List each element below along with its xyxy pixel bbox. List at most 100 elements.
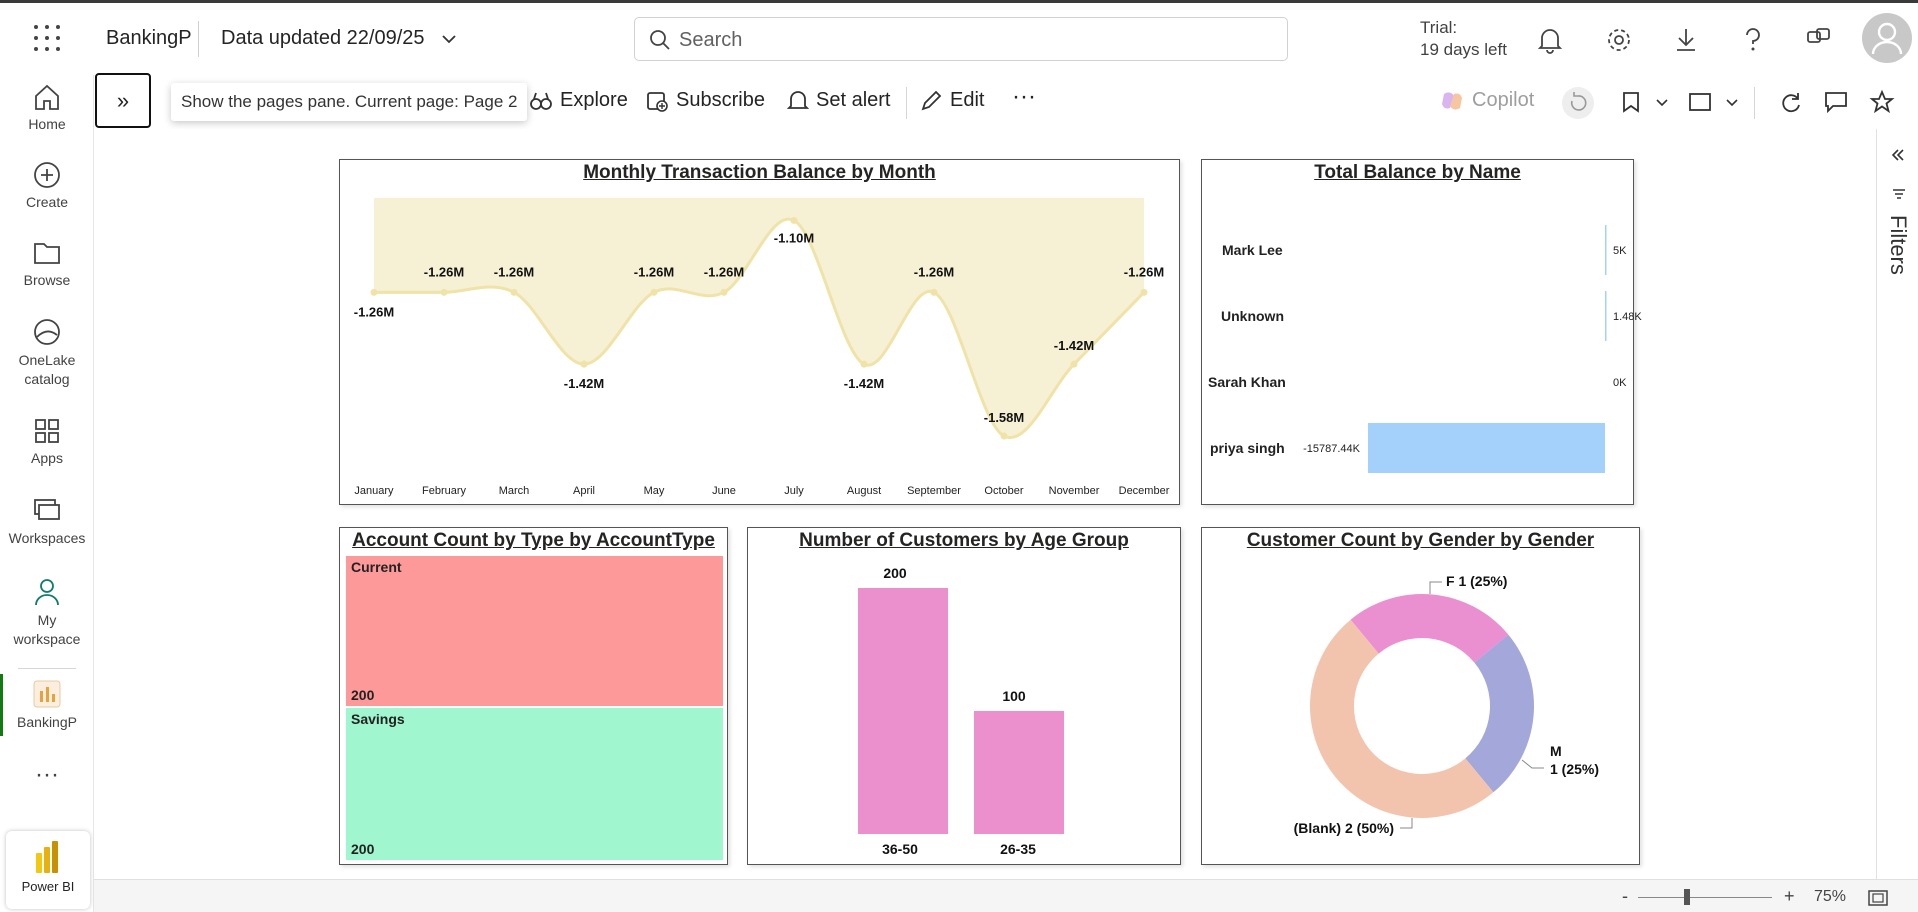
more-button[interactable]: ··· xyxy=(0,763,94,787)
leader-line xyxy=(1521,759,1544,769)
zoom-level: 75% xyxy=(1814,888,1847,905)
age-group-visual[interactable]: Number of Customers by Age Group 200 36-5… xyxy=(747,527,1181,865)
data-label: -1.26M xyxy=(1124,264,1164,279)
rail-label: Workspaces xyxy=(8,530,86,546)
bar xyxy=(1605,225,1607,275)
y-tick-label: Unknown xyxy=(1221,308,1284,324)
zoom-slider-thumb[interactable] xyxy=(1684,889,1690,905)
reset-button[interactable] xyxy=(1562,87,1594,119)
subscribe-button[interactable]: Subscribe xyxy=(646,89,765,112)
person-icon xyxy=(1871,22,1903,55)
more-options-button[interactable]: ··· xyxy=(1012,83,1036,111)
report-name[interactable]: BankingP xyxy=(106,27,192,50)
donut-chart: F 1 (25%) M 1 (25%) (Blank) 2 (50%) xyxy=(1294,573,1599,836)
report-icon xyxy=(33,680,61,708)
column-chart: 200 36-50 100 26-35 xyxy=(858,565,1064,857)
treemap-tile xyxy=(346,708,723,860)
chevron-double-left-icon[interactable] xyxy=(1891,149,1905,161)
search-input[interactable]: Search xyxy=(634,17,1288,61)
monthly-balance-visual[interactable]: Monthly Transaction Balance by Month -1.… xyxy=(339,159,1180,505)
view-icon[interactable] xyxy=(1688,91,1712,113)
data-point xyxy=(930,288,938,296)
toolbar-divider xyxy=(1754,87,1755,119)
copilot-button[interactable]: Copilot xyxy=(1440,89,1534,112)
tooltip: Show the pages pane. Current page: Page … xyxy=(171,83,528,121)
total-balance-visual[interactable]: Total Balance by Name 5K Mark Lee 1.48K Unk… xyxy=(1201,159,1642,505)
subscribe-label: Subscribe xyxy=(676,89,765,111)
tile-value: 200 xyxy=(351,841,375,857)
x-tick-label: 26-35 xyxy=(1000,841,1036,857)
favorite-star-icon[interactable] xyxy=(1869,89,1895,114)
tile-label: Savings xyxy=(351,711,405,727)
data-label: 100 xyxy=(1002,688,1026,704)
refresh-icon[interactable] xyxy=(1780,91,1802,113)
comment-icon[interactable] xyxy=(1824,91,1848,114)
left-rail: Home Create Browse OneLake catalog Apps … xyxy=(0,75,94,912)
rail-item-create[interactable]: Create xyxy=(0,161,94,212)
app-launcher-icon[interactable] xyxy=(34,25,60,51)
rail-item-workspaces[interactable]: Workspaces xyxy=(0,497,94,548)
y-tick-label: Sarah Khan xyxy=(1208,374,1286,390)
explore-button[interactable]: Explore xyxy=(530,89,628,112)
rail-label: OneLake xyxy=(18,352,76,368)
data-point xyxy=(1000,432,1008,440)
avatar[interactable] xyxy=(1862,13,1912,63)
fit-to-page-icon[interactable] xyxy=(1868,890,1888,906)
pages-pane-toggle[interactable]: » xyxy=(95,73,151,128)
bookmark-icon[interactable] xyxy=(1622,91,1640,113)
bar xyxy=(1368,423,1605,473)
rail-divider xyxy=(18,668,76,669)
data-point xyxy=(650,288,658,296)
data-label: 0K xyxy=(1613,377,1627,389)
account-type-visual[interactable]: Account Count by Type by AccountType Cur… xyxy=(339,527,728,865)
rail-item-my-workspace[interactable]: My workspace xyxy=(0,577,94,649)
power-bi-logo-icon xyxy=(36,841,58,873)
edit-button[interactable]: Edit xyxy=(920,89,984,112)
notifications-icon[interactable] xyxy=(1537,27,1563,54)
chevron-down-icon[interactable] xyxy=(1656,99,1668,107)
bell-icon xyxy=(786,90,810,109)
x-tick-label: October xyxy=(984,485,1023,497)
data-point xyxy=(720,288,728,296)
rail-item-home[interactable]: Home xyxy=(0,83,94,134)
tile-label: Current xyxy=(351,559,402,575)
power-bi-label: Power BI xyxy=(21,879,75,894)
set-alert-label: Set alert xyxy=(816,89,891,111)
data-label: -1.26M xyxy=(494,264,534,279)
rail-item-bankingp[interactable]: BankingP xyxy=(0,679,94,732)
trial-line1: Trial: xyxy=(1420,18,1458,37)
filters-pane[interactable]: Filters xyxy=(1876,129,1918,879)
settings-icon[interactable] xyxy=(1606,27,1632,53)
x-tick-label: March xyxy=(499,485,530,497)
data-updated-dropdown[interactable]: Data updated 22/09/25 xyxy=(221,27,456,50)
data-label: -1.26M xyxy=(914,264,954,279)
bar xyxy=(858,588,948,834)
rail-item-apps[interactable]: Apps xyxy=(0,417,94,468)
rail-item-browse[interactable]: Browse xyxy=(0,239,94,290)
trial-status: Trial: 19 days left xyxy=(1420,17,1507,61)
trial-line2: 19 days left xyxy=(1420,40,1507,59)
data-label: -1.10M xyxy=(774,230,814,245)
help-icon[interactable] xyxy=(1742,27,1764,53)
data-label: -1.42M xyxy=(564,376,604,391)
rail-item-onelake-catalog[interactable]: OneLake catalog xyxy=(0,317,94,389)
zoom-out-button[interactable]: - xyxy=(1622,886,1628,907)
share-feedback-icon[interactable] xyxy=(1806,27,1832,51)
rail-label: BankingP xyxy=(17,714,77,730)
x-tick-label: February xyxy=(422,485,467,497)
pencil-icon xyxy=(921,90,942,110)
chevron-down-icon[interactable] xyxy=(1726,99,1738,107)
data-label: F 1 (25%) xyxy=(1446,573,1507,589)
data-label: 200 xyxy=(883,565,907,581)
gender-visual[interactable]: Customer Count by Gender by Gender F 1 (… xyxy=(1201,527,1640,865)
set-alert-button[interactable]: Set alert xyxy=(786,89,891,112)
treemap-tile xyxy=(346,556,723,706)
data-label: -1.26M xyxy=(354,304,394,319)
zoom-slider-track[interactable] xyxy=(1638,897,1772,898)
onelake-icon xyxy=(34,319,60,345)
zoom-in-button[interactable]: + xyxy=(1784,886,1795,907)
download-icon[interactable] xyxy=(1674,27,1698,53)
rail-label: Home xyxy=(28,116,66,132)
rail-label: Apps xyxy=(31,450,63,466)
power-bi-switcher[interactable]: Power BI xyxy=(6,831,90,909)
